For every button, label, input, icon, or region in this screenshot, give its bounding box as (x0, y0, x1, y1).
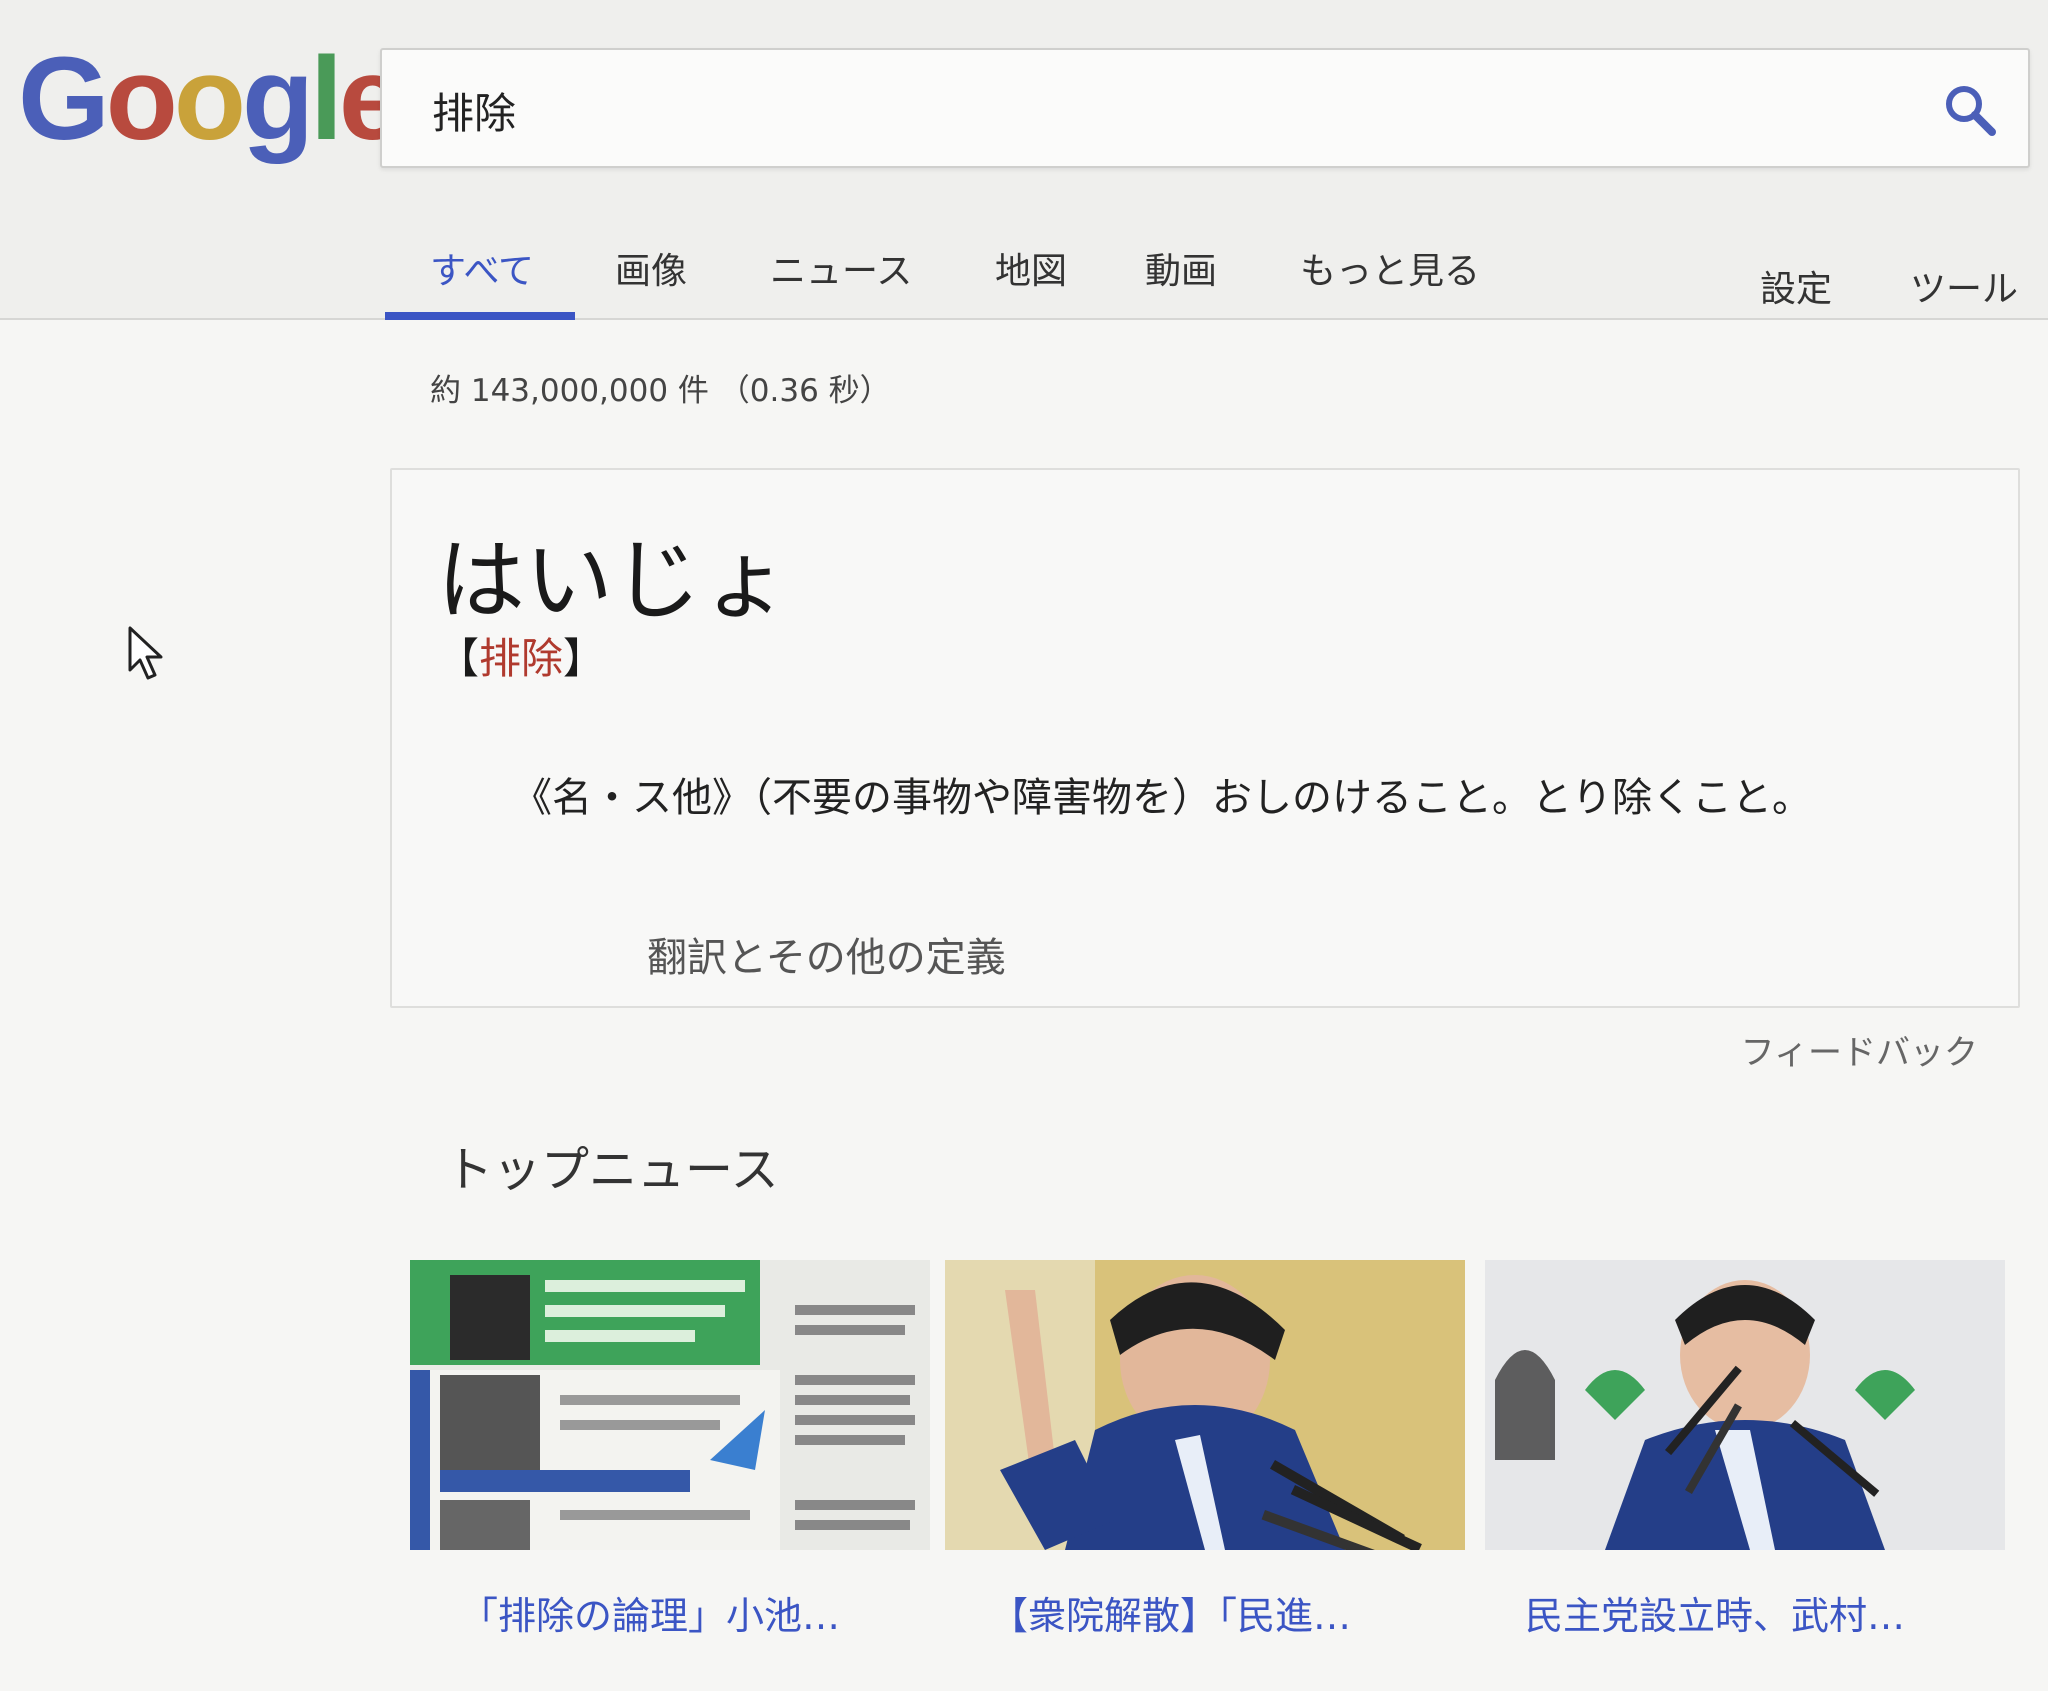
news-headline[interactable]: 【衆院解散】「民進… (990, 1585, 1351, 1640)
dictionary-kanji: 【排除】 (437, 634, 606, 683)
tools-link[interactable]: ツール (1910, 260, 2018, 312)
feedback-link[interactable]: フィードバック (1741, 1025, 1978, 1074)
news-thumbnail[interactable] (945, 1260, 1465, 1550)
tab-maps[interactable]: 地図 (995, 242, 1067, 294)
top-news-heading: トップニュース (445, 1142, 779, 1198)
news-headline[interactable]: 「排除の論理」小池… (460, 1585, 840, 1640)
active-tab-indicator (385, 312, 575, 320)
tab-all[interactable]: すべて (430, 242, 534, 294)
news-headline[interactable]: 民主党設立時、武村… (1525, 1585, 1905, 1640)
dictionary-card: はいじょ 【排除】 《名・ス他》（不要の事物や障害物を）おしのけること。とり除く… (390, 468, 2020, 1008)
tab-news[interactable]: ニュース (770, 242, 912, 294)
news-card[interactable]: 「排除の論理」小池… (410, 1260, 930, 1640)
dictionary-definition: 《名・ス他》（不要の事物や障害物を）おしのけること。とり除くこと。 (512, 775, 1812, 821)
search-icon[interactable] (1942, 82, 1998, 138)
google-logo[interactable]: Google (18, 40, 404, 158)
top-news-carousel: 「排除の論理」小池… 【衆院解散】「民進… 民主党設立時、武村… (410, 1260, 2010, 1660)
news-card[interactable]: 【衆院解散】「民進… (945, 1260, 1465, 1640)
tab-images[interactable]: 画像 (615, 242, 687, 294)
more-definitions-link[interactable]: 翻訳とその他の定義 (647, 925, 1006, 983)
header: Google すべて 画像 ニュース 地図 動画 もっと見る 設定 ツール (0, 0, 2048, 320)
news-thumbnail[interactable] (410, 1260, 930, 1550)
tab-videos[interactable]: 動画 (1145, 242, 1217, 294)
search-box[interactable] (380, 48, 2030, 168)
search-tabs: すべて 画像 ニュース 地図 動画 もっと見る 設定 ツール (385, 230, 2030, 320)
tab-more[interactable]: もっと見る (1300, 242, 1480, 294)
settings-link[interactable]: 設定 (1760, 260, 1832, 312)
news-card[interactable]: 民主党設立時、武村… (1485, 1260, 2005, 1640)
news-thumbnail[interactable] (1485, 1260, 2005, 1550)
mouse-cursor-icon (128, 626, 163, 680)
dictionary-reading: はいじょ (437, 529, 790, 632)
search-input[interactable] (432, 80, 1832, 140)
result-stats: 約 143,000,000 件 （0.36 秒） (430, 373, 891, 409)
